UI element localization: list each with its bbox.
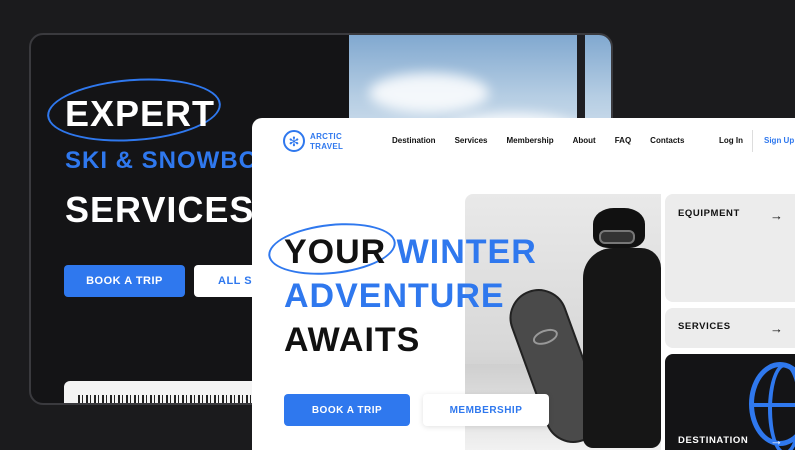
nav-link-faq[interactable]: FAQ xyxy=(615,136,631,145)
hero-word-your: YOUR xyxy=(284,233,387,271)
signup-link[interactable]: Sign Up xyxy=(764,136,794,145)
nav-link-services[interactable]: Services xyxy=(455,136,488,145)
services-card[interactable]: SERVICES → xyxy=(665,308,795,348)
back-book-trip-button[interactable]: BOOK A TRIP xyxy=(64,265,185,297)
destination-card[interactable]: DESTINATION → xyxy=(665,354,795,450)
nav-link-about[interactable]: About xyxy=(573,136,596,145)
book-trip-button[interactable]: BOOK A TRIP xyxy=(284,394,410,426)
logo-text[interactable]: ARCTIC TRAVEL xyxy=(310,132,343,152)
logo-line-1: ARCTIC xyxy=(310,132,343,141)
snowflake-icon[interactable]: ✻ xyxy=(283,130,305,152)
arrow-right-icon: → xyxy=(770,433,783,448)
membership-button[interactable]: MEMBERSHIP xyxy=(423,394,549,426)
hero-line-2: ADVENTURE xyxy=(284,277,505,315)
hero-line-1: YOUR WINTER xyxy=(284,230,537,274)
back-headline-services: SERVICES xyxy=(65,189,255,230)
logo-line-2: TRAVEL xyxy=(310,142,344,151)
hero-headline: YOUR WINTER ADVENTURE AWAITS xyxy=(284,230,537,362)
hero-word-winter: WINTER xyxy=(386,233,537,271)
destination-card-label: DESTINATION xyxy=(678,435,749,446)
equipment-card[interactable]: EQUIPMENT → xyxy=(665,194,795,302)
nav-link-destination[interactable]: Destination xyxy=(392,136,436,145)
login-link[interactable]: Log In xyxy=(719,136,743,145)
equipment-card-label: EQUIPMENT xyxy=(678,208,740,219)
nav-links: Destination Services Membership About FA… xyxy=(392,136,703,145)
back-headline-expert: EXPERT xyxy=(65,93,216,134)
nav-link-membership[interactable]: Membership xyxy=(506,136,553,145)
hero-line-3: AWAITS xyxy=(284,321,421,359)
arrow-right-icon: → xyxy=(770,321,783,336)
nav-link-contacts[interactable]: Contacts xyxy=(650,136,684,145)
arrow-right-icon: → xyxy=(770,208,783,223)
light-mockup-page: ✻ ARCTIC TRAVEL Destination Services Mem… xyxy=(252,118,795,450)
top-nav: ✻ ARCTIC TRAVEL Destination Services Mem… xyxy=(252,118,795,164)
nav-divider xyxy=(752,130,753,152)
back-headline-ski-snowboard: SKI & SNOWBO xyxy=(65,147,259,174)
services-card-label: SERVICES xyxy=(678,321,731,332)
